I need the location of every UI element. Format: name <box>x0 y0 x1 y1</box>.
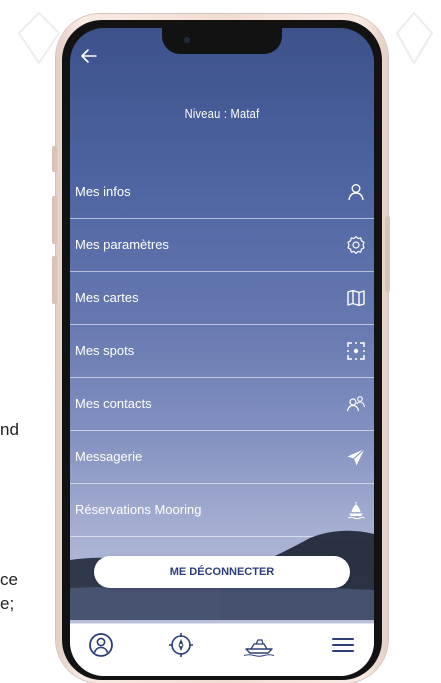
menu-item-label: Mes infos <box>75 184 131 199</box>
tab-profile[interactable] <box>84 632 118 666</box>
hamburger-menu-icon <box>332 638 354 652</box>
menu-item-mes-contacts[interactable]: Mes contacts <box>70 378 374 431</box>
app-screen: Niveau : Mataf Mes infos Mes paramètres … <box>70 28 374 676</box>
menu-item-label: Mes paramètres <box>75 237 169 252</box>
compass-icon <box>169 633 193 657</box>
menu-item-mes-parametres[interactable]: Mes paramètres <box>70 219 374 272</box>
background-text-2: ce <box>0 570 18 589</box>
user-icon <box>348 184 364 201</box>
menu-item-label: Réservations Mooring <box>75 502 202 517</box>
send-icon <box>347 448 365 466</box>
logout-button[interactable]: ME DÉCONNECTER <box>94 556 350 588</box>
tab-boat[interactable] <box>242 632 276 666</box>
menu-item-mes-infos[interactable]: Mes infos <box>70 166 374 219</box>
phone-volume-down-button <box>52 256 57 304</box>
profile-menu: Mes infos Mes paramètres Mes cartes Mes … <box>70 166 374 537</box>
profile-icon <box>89 633 113 657</box>
background-text-3: e; <box>0 594 15 613</box>
menu-item-label: Mes cartes <box>75 290 139 305</box>
tab-menu[interactable] <box>326 632 360 666</box>
phone-power-button <box>385 216 390 292</box>
back-arrow-icon[interactable] <box>80 48 98 64</box>
level-title: Niveau : Mataf <box>184 106 260 121</box>
menu-item-mes-spots[interactable]: Mes spots <box>70 325 374 378</box>
front-camera <box>184 37 190 43</box>
boat-mooring-icon <box>347 502 365 520</box>
background-text-1: nd <box>0 420 19 439</box>
phone-side-button <box>52 146 57 172</box>
menu-item-messagerie[interactable]: Messagerie <box>70 431 374 484</box>
boat-icon <box>243 639 275 657</box>
bottom-tab-bar <box>70 623 374 676</box>
menu-item-label: Mes contacts <box>75 396 152 411</box>
contacts-icon <box>346 396 366 412</box>
phone-notch <box>162 28 282 54</box>
tab-compass[interactable] <box>164 632 198 666</box>
phone-volume-up-button <box>52 196 57 244</box>
gear-icon <box>347 235 365 255</box>
target-square-icon <box>347 342 365 360</box>
map-icon <box>347 289 365 307</box>
decorative-right-shape-icon <box>395 11 434 65</box>
menu-item-label: Mes spots <box>75 343 135 358</box>
menu-item-label: Messagerie <box>75 449 143 464</box>
menu-item-mes-cartes[interactable]: Mes cartes <box>70 272 374 325</box>
